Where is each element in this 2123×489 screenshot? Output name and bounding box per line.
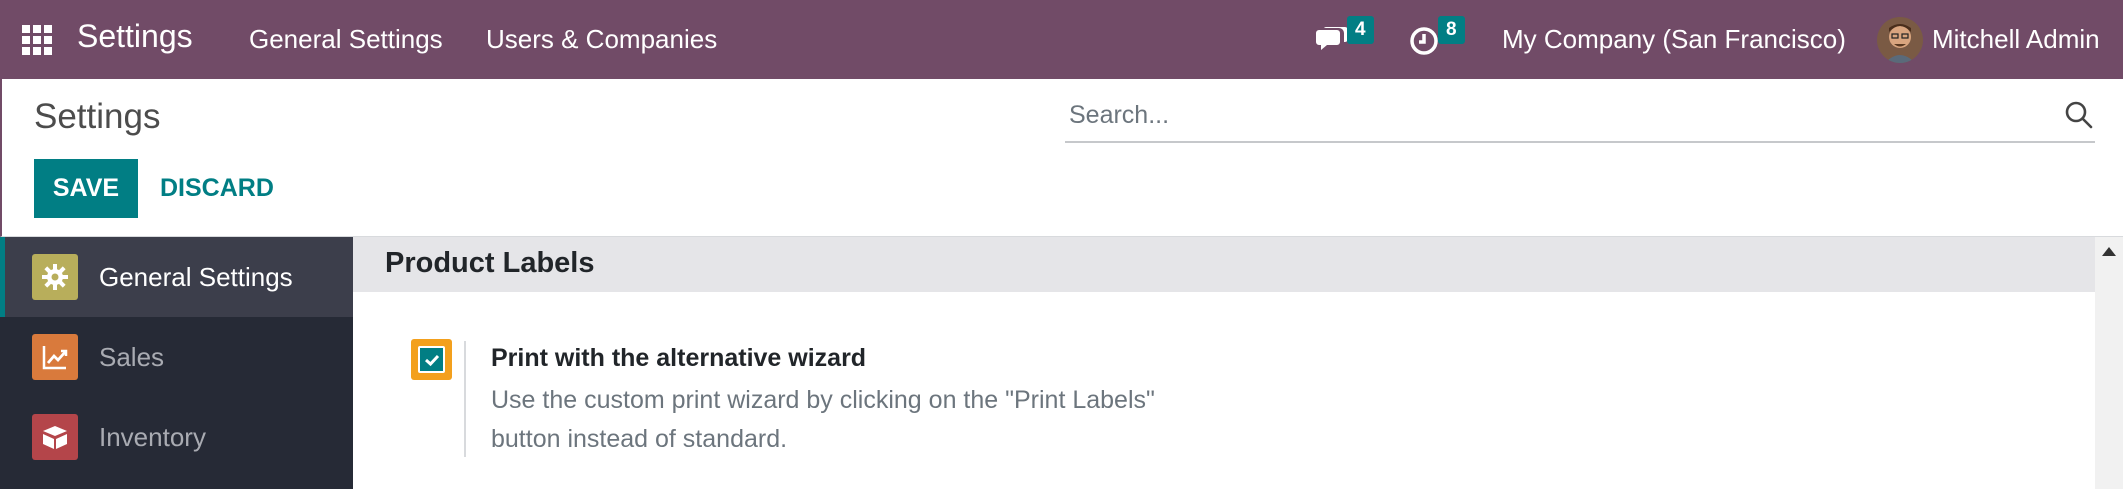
checkbox-checked <box>418 346 445 373</box>
clock-icon[interactable] <box>1406 22 1442 58</box>
sidebar-item-label: Sales <box>99 341 165 372</box>
messages-badge: 4 <box>1347 16 1374 44</box>
chart-icon <box>32 334 78 380</box>
app-brand[interactable]: Settings <box>77 18 193 55</box>
sidebar-item-sales[interactable]: Sales <box>0 317 353 397</box>
search-icon[interactable] <box>2063 99 2095 131</box>
settings-content: Product Labels Print with the alternativ… <box>353 237 2095 489</box>
check-icon <box>424 354 439 366</box>
alternative-wizard-checkbox[interactable] <box>411 339 452 380</box>
apps-menu-icon[interactable] <box>22 25 52 55</box>
scroll-up-icon[interactable] <box>2102 247 2116 256</box>
gear-icon <box>32 254 78 300</box>
sidebar-item-label: General Settings <box>99 261 293 292</box>
page-title: Settings <box>34 97 161 136</box>
menu-general-settings[interactable]: General Settings <box>249 24 443 55</box>
chat-icon[interactable] <box>1314 22 1350 58</box>
setting-title[interactable]: Print with the alternative wizard <box>491 344 866 373</box>
discard-button[interactable]: DISCARD <box>148 159 286 218</box>
sidebar-item-label: Inventory <box>99 421 206 452</box>
save-button[interactable]: SAVE <box>34 159 138 218</box>
activities-badge: 8 <box>1438 16 1465 44</box>
top-navbar: Settings General Settings Users & Compan… <box>0 0 2123 79</box>
search-bar <box>1065 93 2095 143</box>
setting-divider <box>464 341 466 457</box>
section-title: Product Labels <box>385 247 595 279</box>
user-menu[interactable]: Mitchell Admin <box>1932 24 2100 55</box>
company-switcher[interactable]: My Company (San Francisco) <box>1502 24 1846 55</box>
search-input[interactable] <box>1069 95 2029 135</box>
box-icon <box>32 414 78 460</box>
setting-description: Use the custom print wizard by clicking … <box>491 386 1155 453</box>
menu-users-companies[interactable]: Users & Companies <box>486 24 717 55</box>
settings-sidebar: General Settings Sales Inventory <box>0 237 353 489</box>
control-panel: Settings SAVE DISCARD <box>0 79 2123 237</box>
sidebar-item-general-settings[interactable]: General Settings <box>0 237 353 317</box>
sidebar-item-inventory[interactable]: Inventory <box>0 397 353 477</box>
scrollbar[interactable] <box>2095 237 2123 489</box>
section-header: Product Labels <box>353 237 2095 292</box>
avatar[interactable] <box>1877 17 1923 63</box>
